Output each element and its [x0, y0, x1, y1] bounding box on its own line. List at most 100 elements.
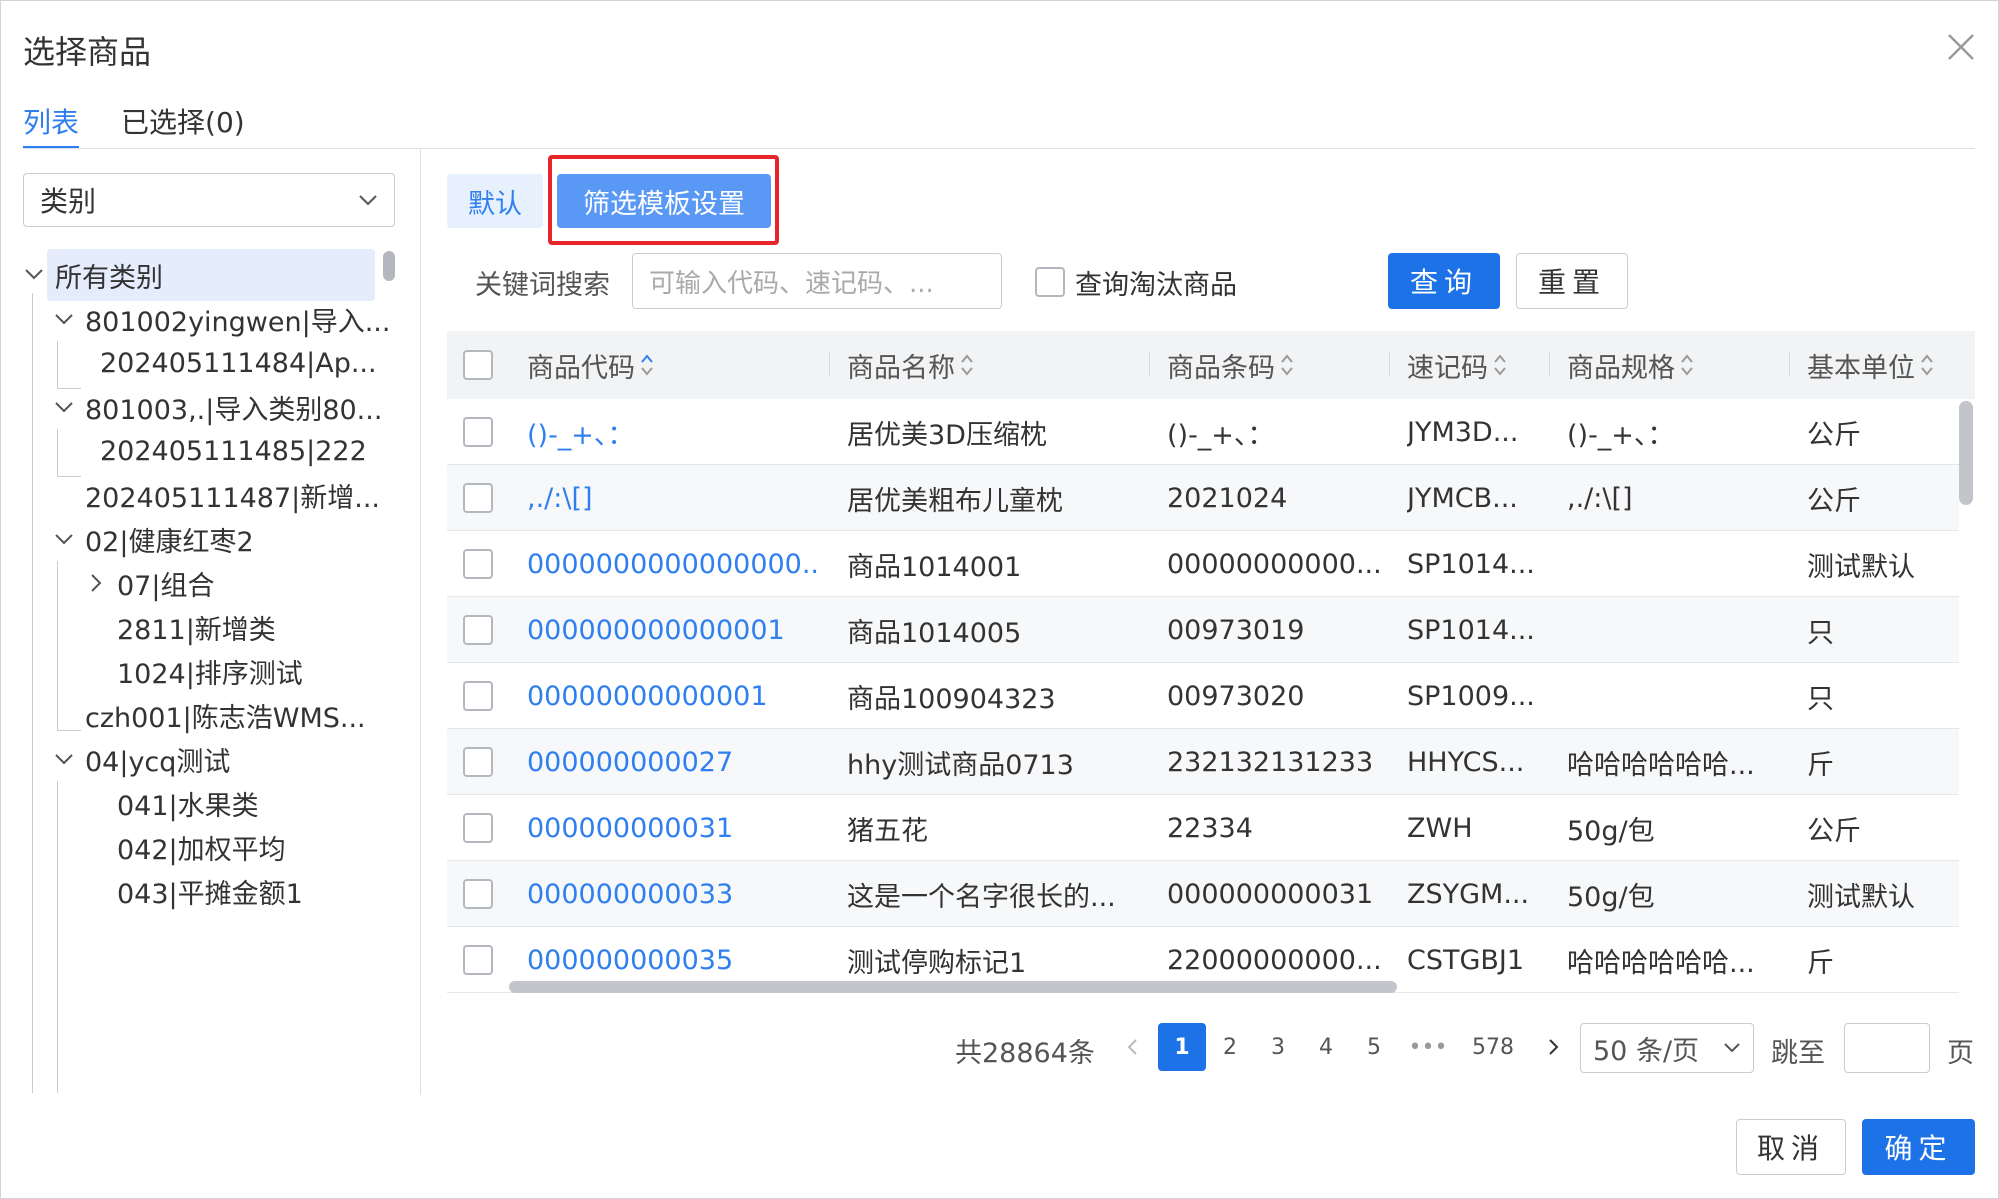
table-cell: 居优美3D压缩枕 — [847, 419, 1047, 451]
product-code-link[interactable]: 000000000033 — [527, 861, 817, 927]
next-page-icon[interactable] — [1543, 1037, 1563, 1057]
table-cell: 居优美粗布儿童枕 — [847, 485, 1063, 517]
tree-node[interactable]: 043|平摊金额1 — [117, 865, 303, 917]
table-cell: 50g/包 — [1567, 815, 1655, 847]
column-divider — [1149, 353, 1150, 377]
table-cell: hhy测试商品0713 — [847, 749, 1074, 781]
row-checkbox[interactable] — [463, 417, 493, 447]
row-checkbox[interactable] — [463, 747, 493, 777]
confirm-button[interactable]: 确定 — [1862, 1119, 1975, 1175]
chevron-down-icon[interactable] — [53, 528, 75, 550]
chevron-down-icon[interactable] — [53, 748, 75, 770]
select-all-checkbox[interactable] — [463, 350, 493, 380]
table-row[interactable]: 000000000027 hhy测试商品0713 232132131233 HHYCS… — [447, 729, 1959, 795]
column-header-code[interactable]: 商品代码 — [527, 331, 655, 399]
row-checkbox[interactable] — [463, 813, 493, 843]
product-code-link[interactable]: ,./:\[] — [527, 465, 817, 531]
obsolete-products-checkbox[interactable] — [1035, 267, 1065, 297]
product-code-link[interactable]: ()-_+、： — [527, 399, 817, 465]
page-size-select[interactable]: 50 条/页 — [1580, 1023, 1754, 1073]
table-row[interactable]: ,./:\[] 居优美粗布儿童枕 2021024 JYMCB... ,./:\[] 公斤 — [447, 465, 1959, 531]
page-number[interactable]: 5 — [1350, 1023, 1398, 1071]
cancel-button[interactable]: 取消 — [1736, 1119, 1846, 1175]
table-cell: 斤 — [1807, 749, 1834, 781]
table-cell: 232132131233 — [1167, 746, 1374, 778]
column-header-shortcode[interactable]: 速记码 — [1407, 331, 1508, 399]
sort-icon — [1494, 354, 1506, 376]
chevron-down-icon[interactable] — [53, 308, 75, 330]
chevron-down-icon — [359, 195, 377, 206]
page-number[interactable]: 1 — [1158, 1023, 1206, 1071]
table-cell: CSTGBJ1 — [1407, 944, 1525, 976]
product-code-link[interactable]: 000000000031 — [527, 795, 817, 861]
keyword-search-label: 关键词搜索 — [475, 270, 610, 301]
page-number[interactable]: 4 — [1302, 1023, 1350, 1071]
close-icon[interactable] — [1943, 29, 1979, 65]
sort-icon — [1681, 354, 1693, 376]
column-divider — [829, 353, 830, 377]
table-vertical-scrollbar[interactable] — [1959, 401, 1973, 505]
table-cell: 只 — [1807, 683, 1834, 715]
page-ellipsis[interactable]: ••• — [1404, 1023, 1452, 1071]
page-number[interactable]: 3 — [1254, 1023, 1302, 1071]
table-cell — [1567, 663, 1767, 729]
sort-icon — [641, 354, 653, 376]
table-row[interactable]: 000000000033 这是一个名字很长的... 000000000031 ZSYG… — [447, 861, 1959, 927]
table-cell: ZSYGM... — [1407, 878, 1530, 910]
tab-selected[interactable]: 已选择(0) — [121, 97, 245, 149]
table-cell: 00000000000... — [1167, 548, 1382, 580]
table-row[interactable]: 0000000000000000... 商品1014001 00000000000.… — [447, 531, 1959, 597]
page-number[interactable]: 578 — [1469, 1023, 1517, 1071]
product-code-link[interactable]: 000000000027 — [527, 729, 817, 795]
page-number[interactable]: 2 — [1206, 1023, 1254, 1071]
table-horizontal-scrollbar[interactable] — [509, 981, 1397, 993]
table-cell: JYMCB... — [1407, 482, 1518, 514]
row-checkbox[interactable] — [463, 483, 493, 513]
sort-icon — [1281, 354, 1293, 376]
table-row[interactable]: ()-_+、： 居优美3D压缩枕 ()-_+、： JYM3D... ()-_+、： 公斤 — [447, 399, 1959, 465]
product-code-link[interactable]: 000000000000001 — [527, 597, 817, 663]
table-cell: 50g/包 — [1567, 881, 1655, 913]
highlight-box — [548, 155, 779, 245]
table-row[interactable]: 000000000031 猪五花 22334 ZWH 50g/包 公斤 — [447, 795, 1959, 861]
product-table: 商品代码 商品名称 商品条码 速记码 商品规格 基本单位 ()-_+、： 居优美3… — [447, 331, 1975, 993]
row-checkbox[interactable] — [463, 879, 493, 909]
table-cell: HHYCS... — [1407, 746, 1525, 778]
table-row[interactable]: 000000000000001 商品1014005 00973019 SP1014..… — [447, 597, 1959, 663]
default-template-button[interactable]: 默认 — [447, 174, 543, 228]
row-checkbox[interactable] — [463, 945, 493, 975]
product-code-link[interactable]: 0000000000000000... — [527, 531, 817, 597]
chevron-down-icon[interactable] — [53, 396, 75, 418]
table-cell: 2021024 — [1167, 482, 1288, 514]
column-header-name[interactable]: 商品名称 — [847, 331, 975, 399]
table-cell: SP1014... — [1407, 614, 1535, 646]
tree-scrollbar[interactable] — [383, 251, 395, 281]
column-header-unit[interactable]: 基本单位 — [1807, 331, 1935, 399]
reset-button[interactable]: 重置 — [1516, 253, 1628, 309]
row-checkbox[interactable] — [463, 549, 493, 579]
row-checkbox[interactable] — [463, 681, 493, 711]
prev-page-icon[interactable] — [1123, 1037, 1143, 1057]
category-select[interactable]: 类别 — [23, 173, 395, 227]
table-cell: SP1009... — [1407, 680, 1535, 712]
table-cell: 测试默认 — [1807, 551, 1915, 583]
jump-to-page-input[interactable] — [1844, 1023, 1930, 1073]
table-cell: 斤 — [1807, 947, 1834, 979]
tree-guide-line — [57, 730, 81, 731]
chevron-down-icon[interactable] — [23, 263, 45, 285]
row-checkbox[interactable] — [463, 615, 493, 645]
tree-guide-line — [32, 293, 33, 1093]
keyword-search-input[interactable]: 可输入代码、速记码、... — [632, 253, 1002, 309]
page-size-value: 50 条/页 — [1593, 1035, 1700, 1067]
product-code-link[interactable]: 00000000000001 — [527, 663, 817, 729]
tab-list[interactable]: 列表 — [23, 97, 80, 149]
query-button[interactable]: 查询 — [1388, 253, 1500, 309]
column-header-spec[interactable]: 商品规格 — [1567, 331, 1695, 399]
column-divider — [1789, 353, 1790, 377]
chevron-right-icon[interactable] — [85, 572, 107, 594]
table-row[interactable]: 00000000000001 商品100904323 00973020 SP1009.… — [447, 663, 1959, 729]
table-cell: 这是一个名字很长的... — [847, 881, 1116, 913]
page-suffix-label: 页 — [1947, 1038, 1974, 1069]
jump-to-label: 跳至 — [1771, 1038, 1825, 1069]
column-header-barcode[interactable]: 商品条码 — [1167, 331, 1295, 399]
